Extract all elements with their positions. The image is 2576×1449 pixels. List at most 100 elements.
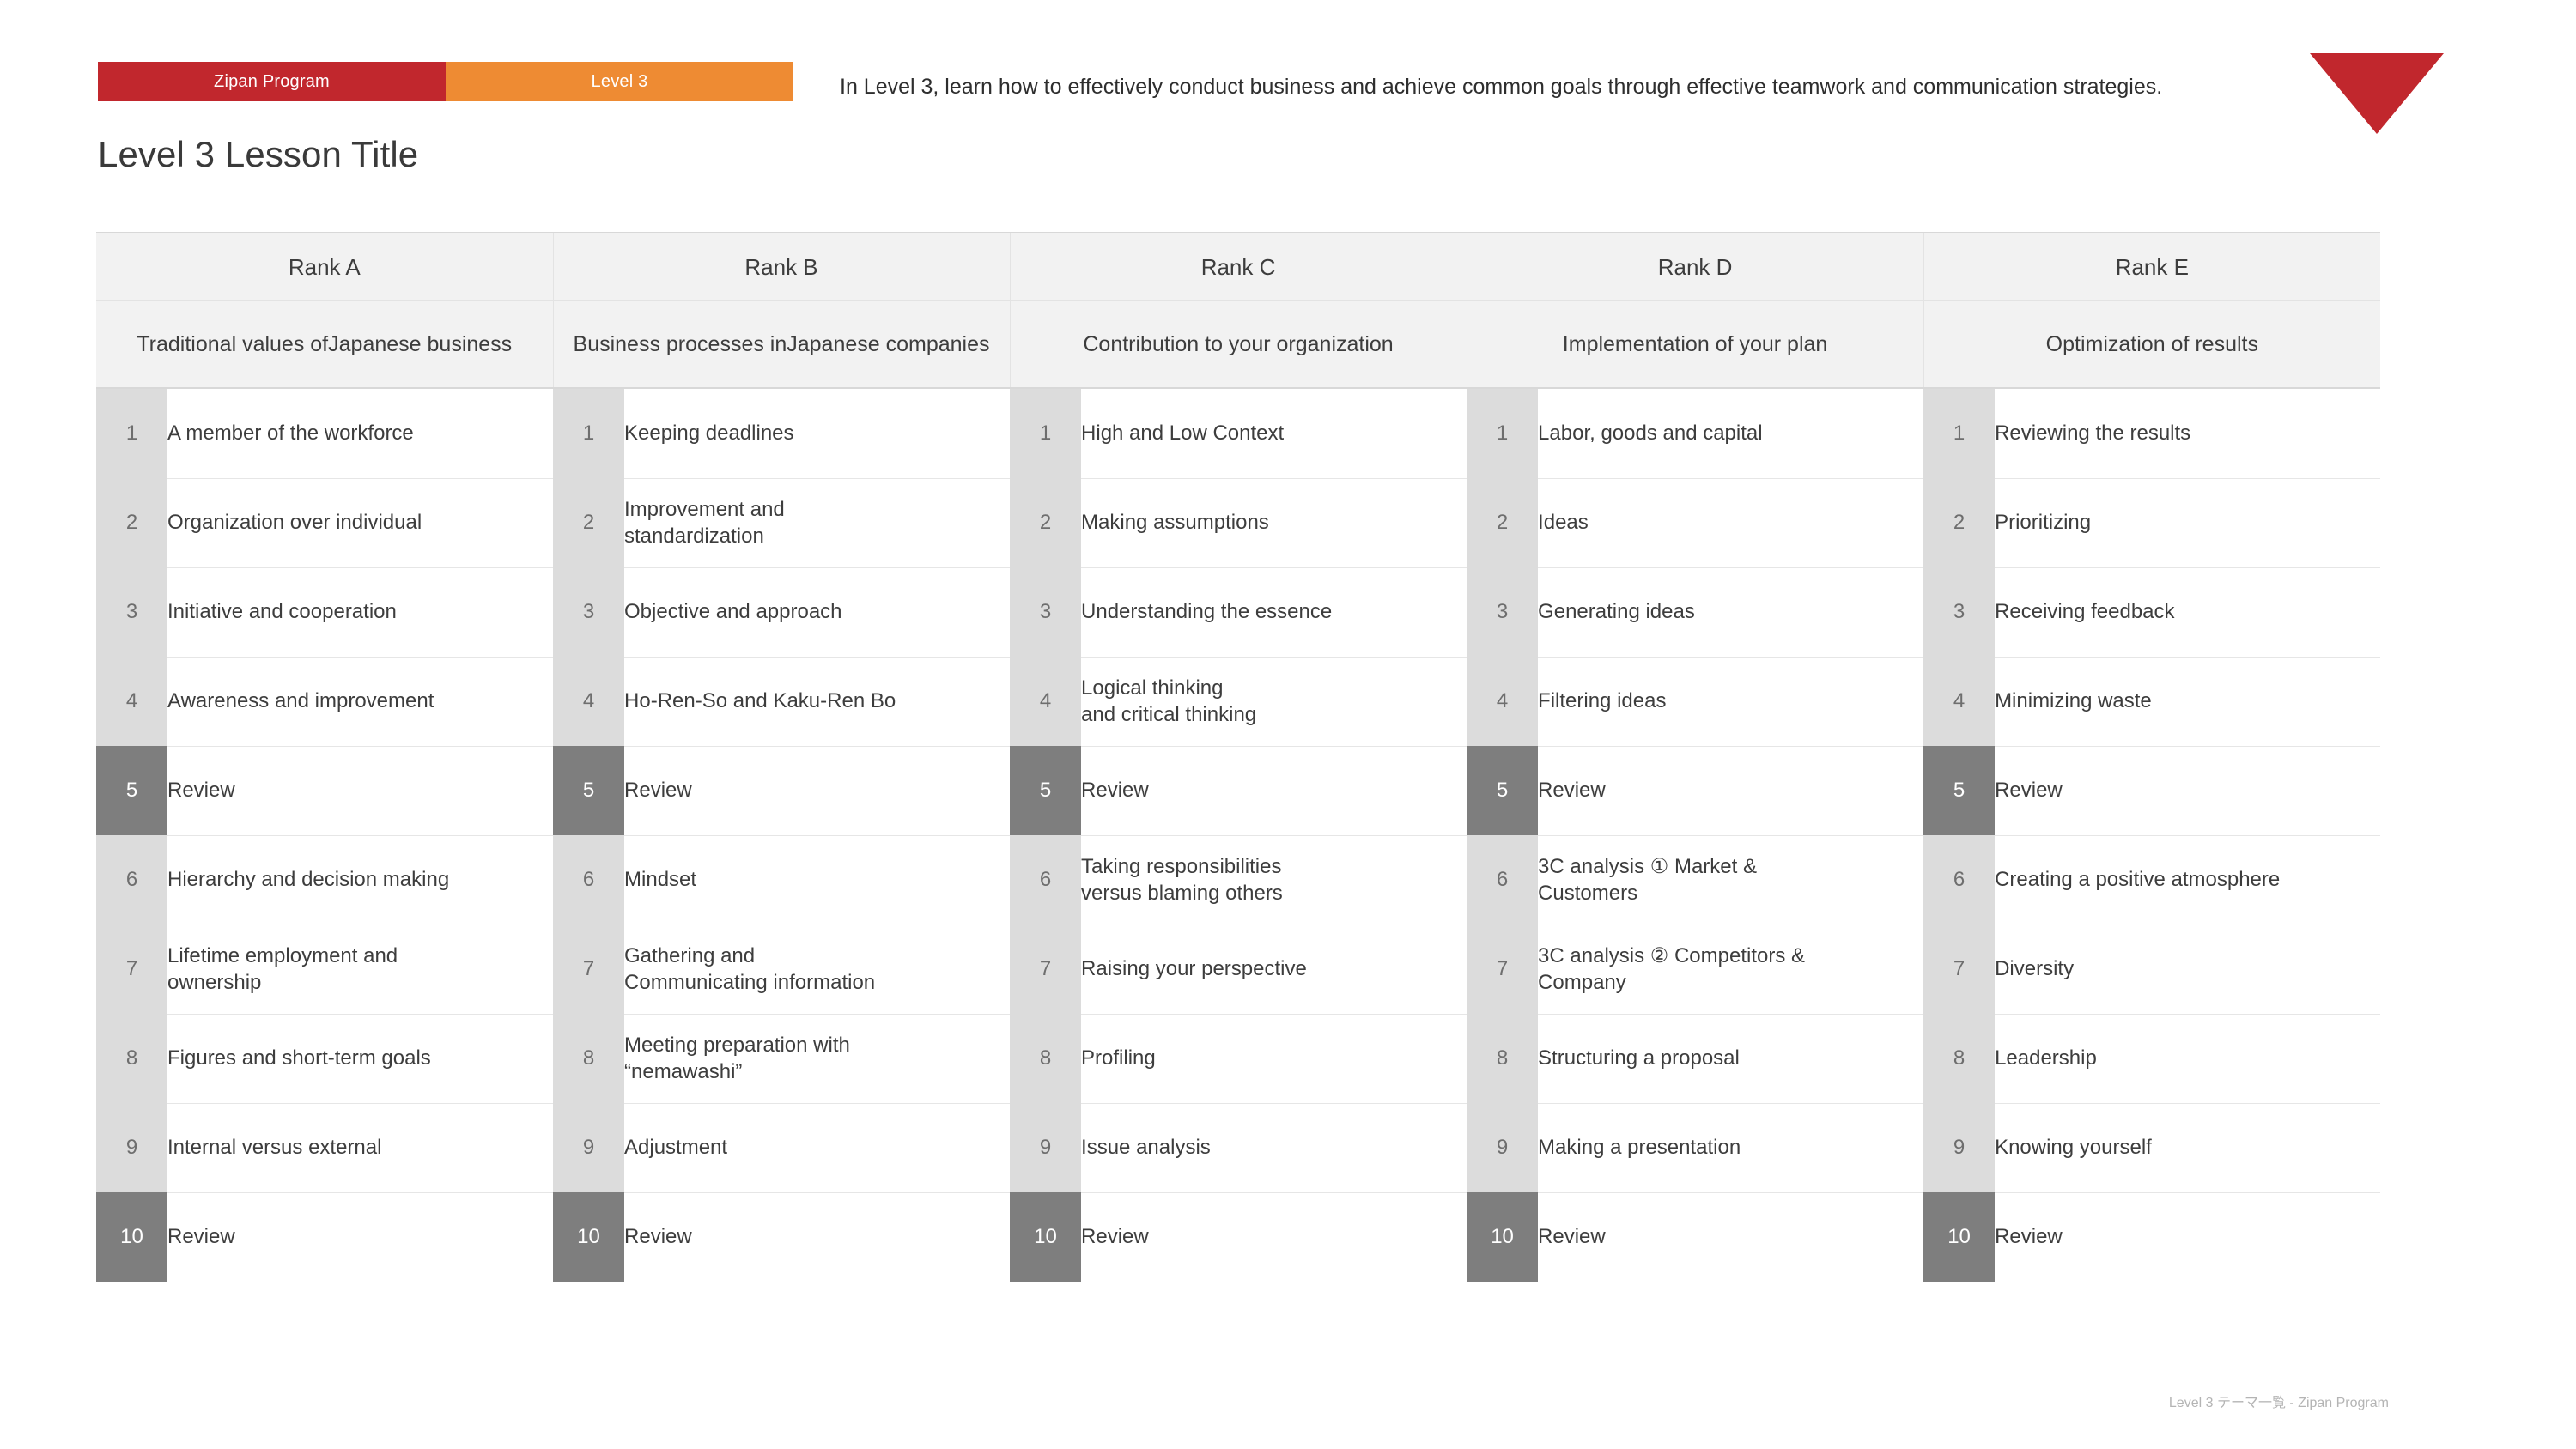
lesson-title-line: Review: [624, 779, 692, 803]
lesson-title-cell[interactable]: High and Low Context: [1081, 388, 1467, 479]
lesson-number-cell: 6: [96, 835, 167, 925]
lesson-title-cell[interactable]: Generating ideas: [1538, 567, 1924, 658]
lesson-title-line: and critical thinking: [1081, 703, 1257, 726]
lesson-title-line: Review: [1995, 1225, 2063, 1249]
lesson-title-cell[interactable]: A member of the workforce: [167, 388, 554, 479]
program-level-badge-bar: Zipan Program Level 3: [98, 62, 793, 101]
lesson-number-cell: 10: [1467, 1192, 1539, 1282]
lesson-title-cell[interactable]: 3C analysis ① Market & Customers: [1538, 835, 1924, 925]
lesson-title-cell[interactable]: Issue analysis: [1081, 1103, 1467, 1193]
lesson-title-line: A member of the workforce: [167, 421, 414, 446]
lesson-title-line: Hierarchy and decision making: [167, 868, 450, 892]
lesson-title-cell[interactable]: Review: [624, 1192, 1011, 1282]
lesson-title-cell[interactable]: Review: [1995, 746, 2381, 836]
lesson-title-line: Review: [1081, 779, 1149, 803]
lesson-title-cell[interactable]: Leadership: [1995, 1014, 2381, 1104]
lesson-title-line: Structuring a proposal: [1538, 1046, 1740, 1070]
lesson-title-cell[interactable]: Organization over individual: [167, 478, 554, 568]
lesson-title-cell[interactable]: Review: [1995, 1192, 2381, 1282]
red-triangle-logo-icon: [2310, 53, 2444, 134]
theme-line: Japanese business: [328, 332, 513, 356]
rank-header-cell: Rank D: [1466, 232, 1924, 301]
lesson-number-cell: 7: [1010, 925, 1082, 1014]
lesson-title-cell[interactable]: Ideas: [1538, 478, 1924, 568]
lesson-title-cell[interactable]: Lifetime employment and ownership: [167, 925, 554, 1015]
lesson-title-cell[interactable]: Prioritizing: [1995, 478, 2381, 568]
lesson-title-cell[interactable]: Keeping deadlines: [624, 388, 1011, 479]
lesson-title-cell[interactable]: Review: [167, 1192, 554, 1282]
lesson-title-line: Internal versus external: [167, 1136, 382, 1160]
lesson-title-cell[interactable]: 3C analysis ② Competitors & Company: [1538, 925, 1924, 1015]
lesson-title-line: Generating ideas: [1538, 600, 1695, 624]
lesson-title-cell[interactable]: Logical thinking and critical thinking: [1081, 657, 1467, 747]
lesson-title-line: High and Low Context: [1081, 421, 1285, 446]
lesson-number-cell: 1: [96, 388, 167, 478]
lesson-title-cell[interactable]: Receiving feedback: [1995, 567, 2381, 658]
lesson-title-cell[interactable]: Filtering ideas: [1538, 657, 1924, 747]
lesson-title-line: Review: [624, 1225, 692, 1249]
lesson-title-cell[interactable]: Awareness and improvement: [167, 657, 554, 747]
lesson-title-cell[interactable]: Ho-Ren-So and Kaku-Ren Bo: [624, 657, 1011, 747]
lesson-title-cell[interactable]: Making a presentation: [1538, 1103, 1924, 1193]
lesson-title-line: Review: [1081, 1225, 1149, 1249]
lesson-title-line: Objective and approach: [624, 600, 842, 624]
lesson-number-cell: 5: [553, 746, 625, 835]
lesson-title-cell[interactable]: Making assumptions: [1081, 478, 1467, 568]
lesson-title-cell[interactable]: Meeting preparation with “nemawashi”: [624, 1014, 1011, 1104]
lesson-title-cell[interactable]: Profiling: [1081, 1014, 1467, 1104]
lesson-title-line: Receiving feedback: [1995, 600, 2175, 624]
lesson-number-cell: 4: [96, 657, 167, 746]
lesson-number-cell: 3: [96, 567, 167, 657]
theme-line: Optimization of results: [2045, 332, 2258, 356]
lesson-number-cell: 7: [1467, 925, 1539, 1014]
lesson-title-line: Minimizing waste: [1995, 689, 2152, 713]
lesson-title-cell[interactable]: Improvement and standardization: [624, 478, 1011, 568]
lesson-title-cell[interactable]: Review: [1538, 1192, 1924, 1282]
lesson-title-line: Keeping deadlines: [624, 421, 794, 446]
lesson-title-cell[interactable]: Review: [1081, 746, 1467, 836]
lesson-title-cell[interactable]: Understanding the essence: [1081, 567, 1467, 658]
lesson-number-cell: 2: [1923, 478, 1996, 567]
lesson-matrix-table: Rank A Rank B Rank C Rank D Rank E Tradition…: [96, 232, 2381, 1282]
lesson-title-cell[interactable]: Review: [167, 746, 554, 836]
lesson-title-cell[interactable]: Taking responsibilities versus blaming ot…: [1081, 835, 1467, 925]
lesson-title-cell[interactable]: Adjustment: [624, 1103, 1011, 1193]
lesson-title-cell[interactable]: Labor, goods and capital: [1538, 388, 1924, 479]
lesson-title-line: Raising your perspective: [1081, 957, 1307, 981]
lesson-title-line: Adjustment: [624, 1136, 728, 1160]
lesson-title-cell[interactable]: Review: [624, 746, 1011, 836]
lesson-title-cell[interactable]: Objective and approach: [624, 567, 1011, 658]
lesson-number-cell: 9: [553, 1103, 625, 1192]
lesson-title-cell[interactable]: Reviewing the results: [1995, 388, 2381, 479]
table-row: 5 Review 5 Review 5 Review 5 Review 5 Review: [96, 746, 2381, 836]
lesson-title-cell[interactable]: Gathering and Communicating information: [624, 925, 1011, 1015]
lesson-title-cell[interactable]: Figures and short-term goals: [167, 1014, 554, 1104]
lesson-title-cell[interactable]: Minimizing waste: [1995, 657, 2381, 747]
lesson-title-line: 3C analysis ① Market &: [1538, 854, 1757, 878]
lesson-title-line: Reviewing the results: [1995, 421, 2191, 446]
lesson-title-cell[interactable]: Review: [1538, 746, 1924, 836]
lesson-title-cell[interactable]: Diversity: [1995, 925, 2381, 1015]
lesson-number-cell: 6: [553, 835, 625, 925]
lesson-title-cell[interactable]: Creating a positive atmosphere: [1995, 835, 2381, 925]
rank-header-cell: Rank A: [96, 232, 554, 301]
rank-header-cell: Rank C: [1009, 232, 1467, 301]
lesson-number-cell: 10: [1010, 1192, 1082, 1282]
lesson-title-cell[interactable]: Hierarchy and decision making: [167, 835, 554, 925]
table-row: 10 Review 10 Review 10 Review 10 Review 10 Review: [96, 1192, 2381, 1282]
lesson-title-cell[interactable]: Knowing yourself: [1995, 1103, 2381, 1193]
lesson-number-cell: 10: [96, 1192, 167, 1282]
lesson-title-cell[interactable]: Review: [1081, 1192, 1467, 1282]
lesson-title-line: Review: [1995, 779, 2063, 803]
lesson-number-cell: 2: [1467, 478, 1539, 567]
lesson-title-line: Meeting preparation with: [624, 1033, 850, 1057]
lesson-title-cell[interactable]: Internal versus external: [167, 1103, 554, 1193]
lesson-title-cell[interactable]: Structuring a proposal: [1538, 1014, 1924, 1104]
lesson-title-cell[interactable]: Raising your perspective: [1081, 925, 1467, 1015]
rank-header-row: Rank A Rank B Rank C Rank D Rank E: [96, 232, 2381, 301]
lesson-title-line: Ideas: [1538, 511, 1589, 535]
lesson-title-cell[interactable]: Initiative and cooperation: [167, 567, 554, 658]
lesson-number-cell: 5: [96, 746, 167, 835]
lesson-title-line: Organization over individual: [167, 511, 422, 535]
lesson-title-cell[interactable]: Mindset: [624, 835, 1011, 925]
